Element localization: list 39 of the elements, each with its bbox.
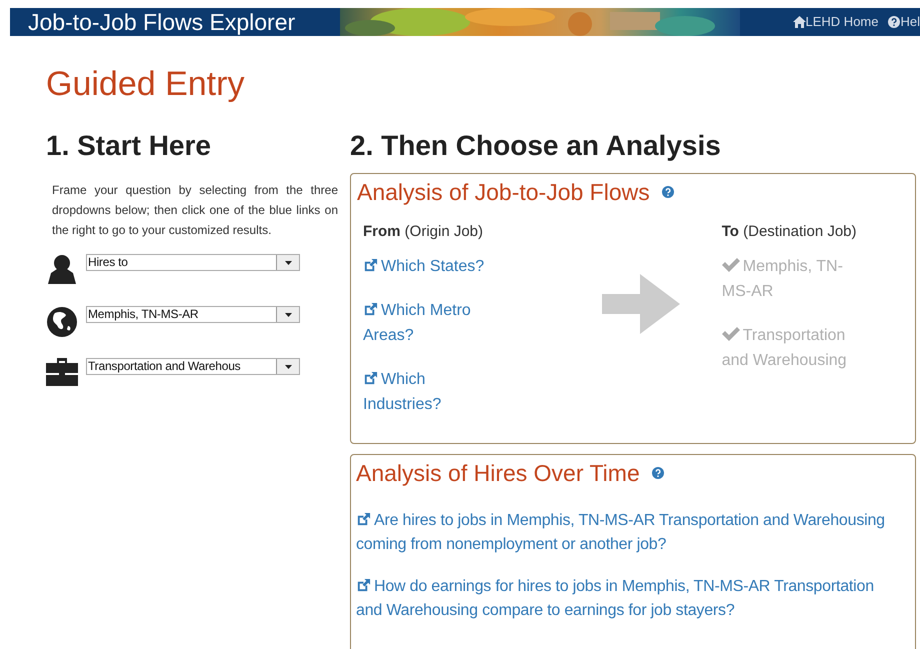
globe-icon <box>46 306 78 338</box>
dropdown[interactable]: Transportation and Warehous <box>86 358 300 375</box>
page-title: Guided Entry <box>46 64 246 104</box>
arrow-icon <box>602 274 680 334</box>
caret-icon <box>284 260 292 264</box>
external-link-icon <box>363 371 378 386</box>
briefcase-icon <box>46 358 78 386</box>
analysis-link[interactable]: Which Industries? <box>363 367 503 417</box>
external-link-icon <box>356 578 371 593</box>
dropdown[interactable]: Memphis, TN-MS-AR <box>86 306 300 323</box>
help-icon <box>888 16 900 28</box>
dropdown[interactable]: Hires to <box>86 254 300 271</box>
analysis-link[interactable]: Which Metro Areas? <box>363 298 503 348</box>
help-link[interactable]: Hel <box>888 12 920 32</box>
analysis-link[interactable]: Are hires to jobs in Memphis, TN-MS-AR Transportation and Warehousing coming from nonemployment or another job? <box>356 509 901 557</box>
home-icon <box>792 16 806 28</box>
help-icon[interactable] <box>662 186 674 198</box>
external-link-icon <box>363 302 378 317</box>
panel-title: Analysis of Hires Over Time <box>356 459 640 487</box>
check-icon <box>722 327 740 341</box>
section-heading: 1. Start Here <box>46 130 212 162</box>
column-label: To (Destination Job) <box>722 222 858 242</box>
analysis-link[interactable]: Which States? <box>363 254 503 279</box>
selection-item: Transportation and Warehousing <box>722 326 848 371</box>
help-icon[interactable] <box>652 467 664 479</box>
home-link[interactable]: LEHD Home <box>792 12 878 32</box>
caret-icon <box>284 312 292 316</box>
analysis-link[interactable]: How do earnings for hires to jobs in Memphis, TN-MS-AR Transportation and Warehousing compare to earnings for job stayers? <box>356 575 901 623</box>
external-link-icon <box>356 512 371 527</box>
person-icon <box>46 254 78 284</box>
app-title: Job-to-Job Flows Explorer <box>28 8 296 36</box>
section-heading: 2. Then Choose an Analysis <box>350 130 722 162</box>
check-icon <box>722 258 740 272</box>
caret-icon <box>284 364 292 368</box>
column-label: From (Origin Job) <box>363 222 484 242</box>
intro-text: Frame your question by selecting from the three dropdowns below; then click one of the blue links on the right to go to your customized results. <box>52 182 338 239</box>
panel-title: Analysis of Job-to-Job Flows <box>357 178 650 206</box>
selection-item: Memphis, TN-MS-AR <box>722 257 844 302</box>
external-link-icon <box>363 258 378 273</box>
